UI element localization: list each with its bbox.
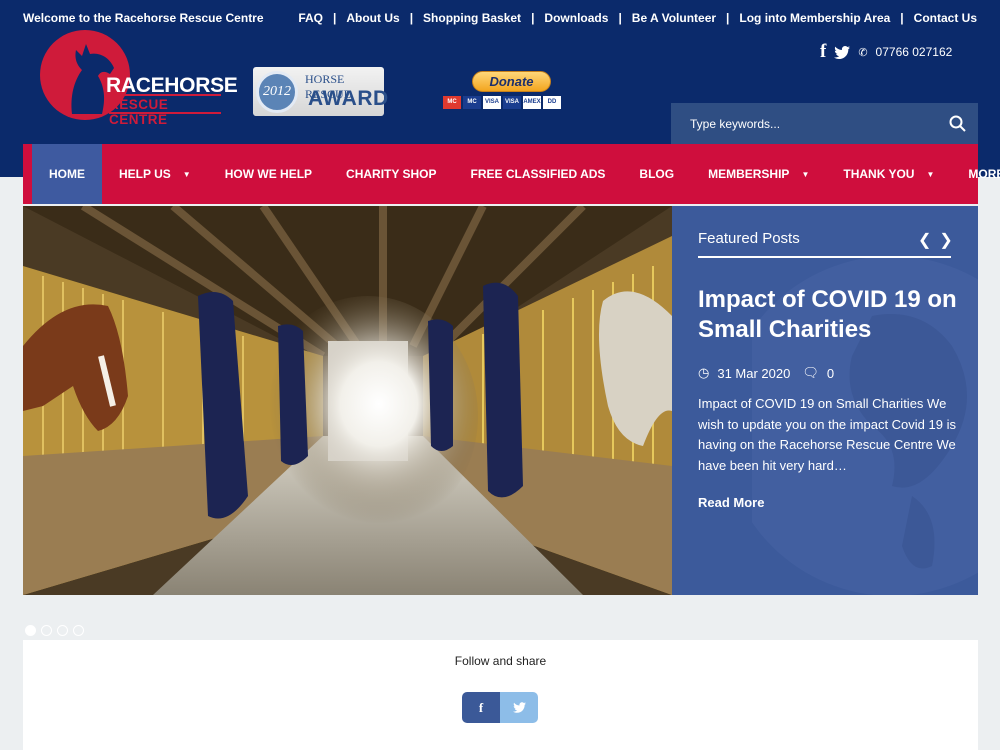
separator: | [900,11,904,25]
nav-item-help-us[interactable]: HELP US ▼ [102,144,208,204]
social-links: f ✆ 07766 027162 [820,41,952,63]
award-year: 2012 [256,71,298,113]
nav-item-free-classified-ads[interactable]: FREE CLASSIFIED ADS [454,144,623,204]
chevron-left-icon[interactable]: ❮ [918,230,931,250]
comment-icon: 🗨 [802,365,819,380]
maestro-icon: MC [463,96,481,109]
featured-post-meta: ◷ 31 Mar 2020 🗨 0 [698,365,834,381]
featured-post-title[interactable]: Impact of COVID 19 on Small Charities [698,285,958,345]
caret-down-icon: ▼ [926,169,935,179]
separator: | [726,11,730,25]
comment-count[interactable]: 0 [827,366,834,381]
stable-corridor-illustration [23,206,672,595]
award-line2: AWARD [308,87,389,110]
nav-item-membership[interactable]: MEMBERSHIP ▼ [691,144,826,204]
amex-icon: AMEX [523,96,541,109]
nav-item-more[interactable]: MORE▼ [951,144,1000,204]
top-link-membership-login[interactable]: Log into Membership Area [739,11,890,25]
slider-dot[interactable] [41,625,52,636]
nav-label: BLOG [639,167,675,181]
slider-dot[interactable] [25,625,36,636]
twitter-share-button[interactable] [500,692,538,723]
direct-debit-icon: DD [543,96,561,109]
top-link-shopping-basket[interactable]: Shopping Basket [423,11,521,25]
share-panel: Follow and share f [23,640,978,750]
top-link-contact-us[interactable]: Contact Us [914,11,977,25]
separator: | [531,11,535,25]
slider-dot[interactable] [57,625,68,636]
slider-dots [25,625,84,636]
nav-label: HOW WE HELP [224,167,313,181]
nav-item-thank-you[interactable]: THANK YOU ▼ [826,144,951,204]
nav-label: THANK YOU [843,167,915,181]
top-link-about-us[interactable]: About Us [346,11,399,25]
horse-rescue-award-badge: 2012 HORSE RESCUE AWARD [253,67,388,116]
top-link-faq[interactable]: FAQ [298,11,323,25]
nav-label: MORE [968,167,1000,181]
featured-post-excerpt: Impact of COVID 19 on Small Charities We… [698,396,956,473]
nav-label: CHARITY SHOP [346,167,437,181]
post-date: 31 Mar 2020 [717,365,791,381]
payment-cards: MC MC VISA VISA AMEX DD [443,96,561,109]
clock-icon: ◷ [698,365,710,380]
featured-nav-arrows: ❮ ❯ [918,230,953,250]
separator: | [333,11,337,25]
nav-label: HELP US [119,167,171,181]
facebook-share-button[interactable]: f [462,692,500,723]
separator: | [618,11,622,25]
phone-icon: ✆ [858,46,868,59]
visa-icon: VISA [483,96,501,109]
main-nav: HOME HELP US ▼ HOW WE HELP CHARITY SHOP F… [23,144,1000,204]
nav-label: MEMBERSHIP [708,167,790,181]
follow-share-label: Follow and share [454,654,547,668]
top-link-downloads[interactable]: Downloads [544,11,608,25]
top-link-volunteer[interactable]: Be A Volunteer [632,11,716,25]
caret-down-icon: ▼ [182,169,191,179]
donate-button[interactable]: Donate [472,71,551,92]
nav-item-charity-shop[interactable]: CHARITY SHOP [329,144,453,204]
phone-number[interactable]: 07766 027162 [876,45,953,59]
divider [698,256,951,258]
nav-item-how-we-help[interactable]: HOW WE HELP [208,144,329,204]
site-logo[interactable]: RACEHORSE RESCUE CENTRE [40,30,238,127]
nav-item-blog[interactable]: BLOG [622,144,691,204]
featured-posts-heading: Featured Posts [698,230,800,247]
nav-label: HOME [49,167,85,181]
hero-image-stable[interactable] [23,206,672,595]
caret-down-icon: ▼ [801,169,810,179]
separator: | [409,11,414,25]
nav-label: FREE CLASSIFIED ADS [470,167,606,181]
share-buttons: f [462,692,538,723]
nav-item-home[interactable]: HOME [32,144,102,204]
visa-electron-icon: VISA [503,96,521,109]
logo-divider [109,112,221,114]
search-box [671,103,978,144]
search-icon[interactable] [949,115,966,132]
facebook-icon[interactable]: f [820,41,826,63]
twitter-icon [512,702,526,713]
search-input[interactable] [671,103,941,144]
slider-dot[interactable] [73,625,84,636]
twitter-icon[interactable] [834,45,851,59]
top-nav: FAQ | About Us | Shopping Basket | Downl… [298,11,977,25]
mastercard-icon: MC [443,96,461,109]
featured-posts-panel: Featured Posts ❮ ❯ Impact of COVID 19 on… [672,206,978,595]
read-more-link[interactable]: Read More [698,495,764,510]
logo-text-racehorse: RACEHORSE [106,74,238,97]
chevron-right-icon[interactable]: ❯ [939,230,952,250]
welcome-text: Welcome to the Racehorse Rescue Centre [23,11,264,25]
